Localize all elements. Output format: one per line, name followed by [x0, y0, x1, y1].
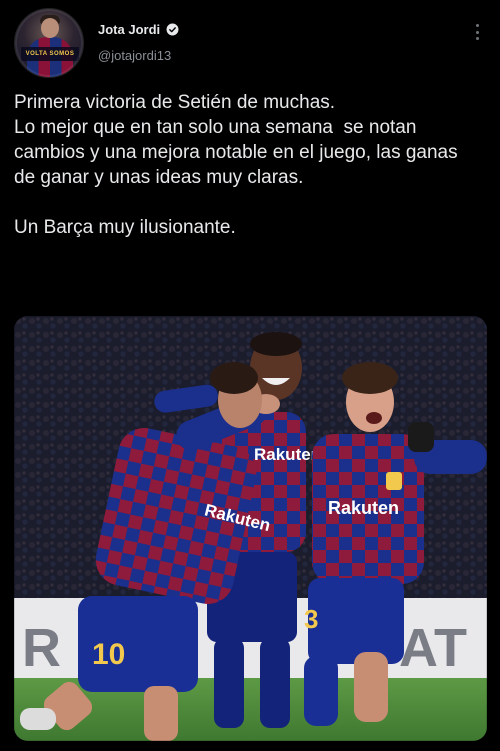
tweet-card: VOLTA SOMOS Jota Jordi @jotajordi13 Prim…	[0, 0, 500, 751]
sponsor-center: Rakuten	[254, 445, 321, 464]
avatar[interactable]: VOLTA SOMOS	[14, 8, 84, 78]
author-name-row[interactable]: Jota Jordi	[98, 22, 179, 37]
verified-icon	[166, 23, 179, 36]
celebration-photo: R AT Rakuten Rakuten 3 Rakuten 10	[14, 316, 487, 741]
shorts-number-right: 3	[304, 604, 318, 634]
tweet-paragraph: Un Barça muy ilusionante.	[14, 217, 236, 238]
board-text-left: R	[22, 618, 61, 678]
tweet-paragraph: Primera victoria de Setién de muchas. Lo…	[14, 92, 458, 188]
display-name[interactable]: Jota Jordi	[98, 22, 160, 37]
sponsor-right: Rakuten	[328, 498, 399, 518]
author-handle[interactable]: @jotajordi13	[98, 48, 171, 63]
board-text-right: AT	[399, 618, 467, 678]
more-options-icon[interactable]	[472, 22, 482, 42]
tweet-media-photo[interactable]: R AT Rakuten Rakuten 3 Rakuten 10	[14, 316, 487, 741]
tweet-text: Primera victoria de Setién de muchas. Lo…	[14, 90, 484, 240]
shorts-number-left: 10	[92, 638, 125, 671]
